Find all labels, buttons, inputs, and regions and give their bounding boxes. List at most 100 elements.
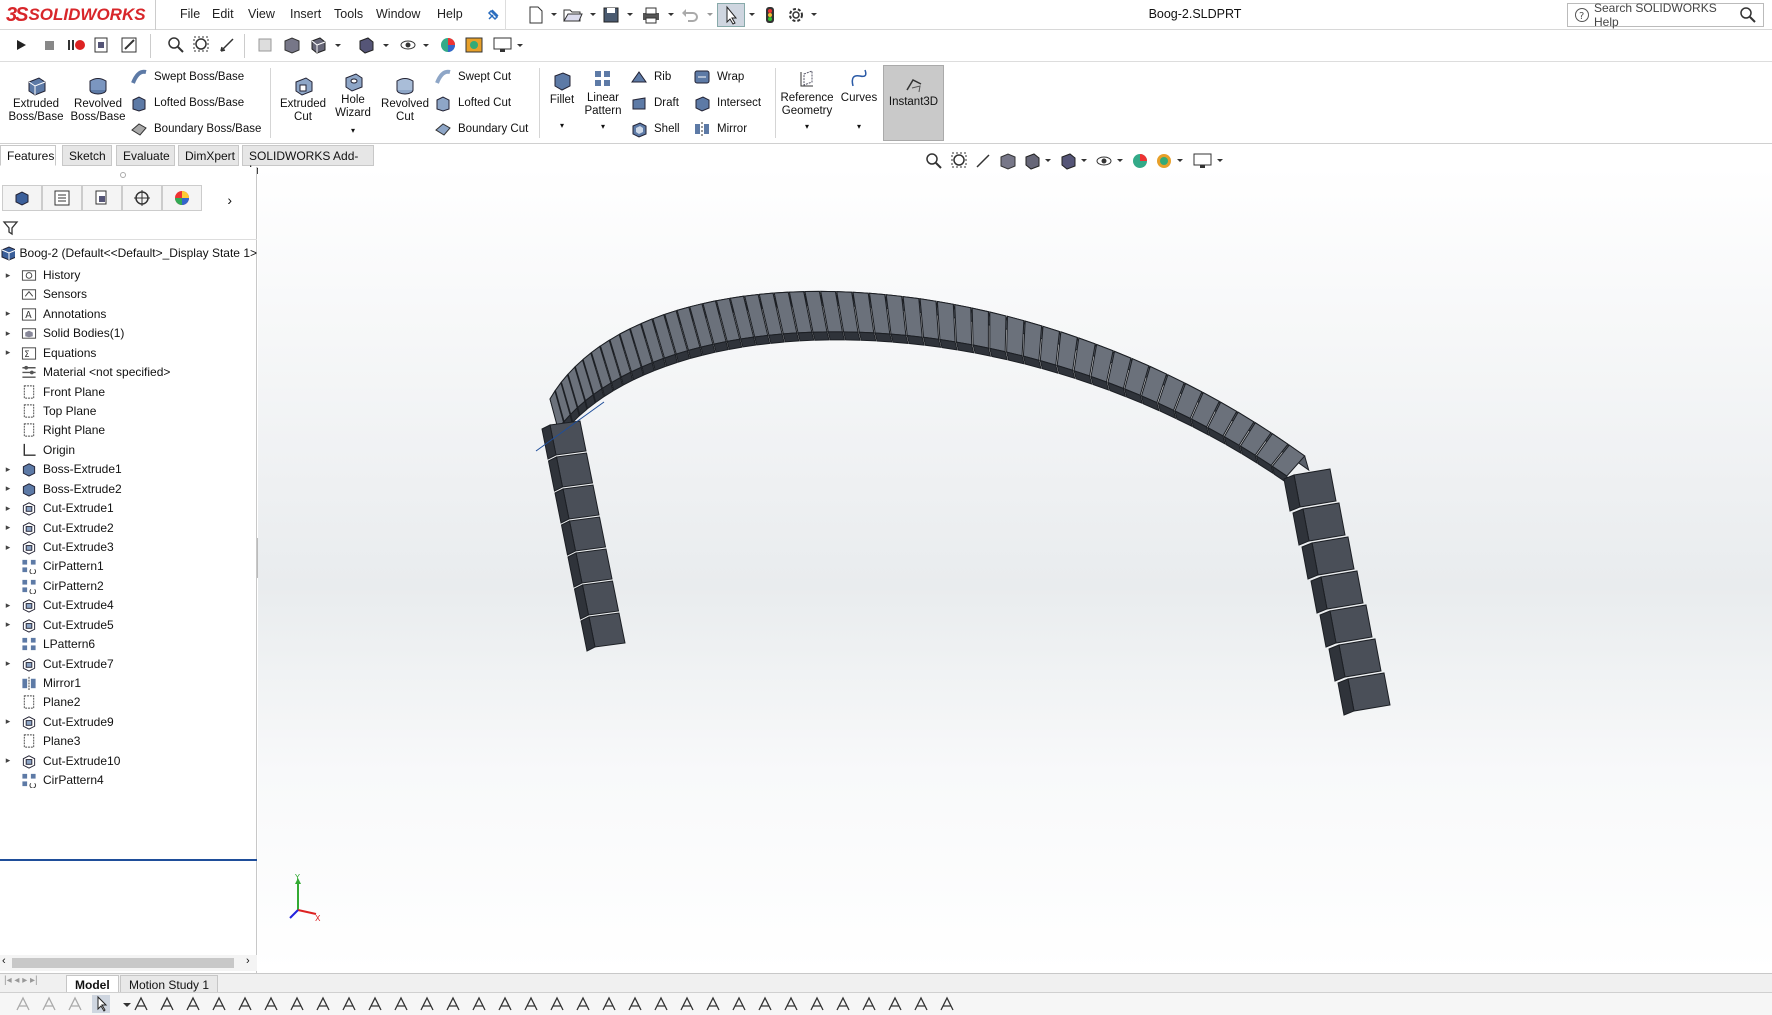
menu-edit[interactable]: Edit — [212, 7, 234, 21]
search-input[interactable]: Search SOLIDWORKS Help — [1594, 1, 1735, 29]
scroll-right-icon[interactable]: › — [246, 955, 250, 967]
menu-insert[interactable]: Insert — [290, 7, 321, 21]
relation-icon[interactable] — [366, 995, 384, 1013]
view-orientation-icon[interactable] — [308, 35, 328, 55]
chevron-down-icon[interactable] — [589, 11, 597, 19]
select-arrow-icon[interactable] — [92, 995, 110, 1013]
extruded-cut-button[interactable]: Extruded Cut — [276, 74, 330, 124]
rectangle-icon[interactable] — [236, 995, 254, 1013]
zoom-to-fit-icon[interactable] — [166, 35, 186, 55]
dimxpert-manager-tab[interactable] — [122, 185, 162, 211]
edit-macro-icon[interactable] — [120, 36, 140, 54]
stop-macro-icon[interactable] — [42, 38, 56, 52]
reference-geometry-button[interactable]: Reference Geometry ▾ — [776, 68, 838, 133]
swept-boss-base-button[interactable]: Swept Boss/Base — [130, 68, 244, 86]
boundary-boss-base-button[interactable]: Boundary Boss/Base — [130, 120, 261, 138]
smart-dimension-icon[interactable] — [782, 995, 800, 1013]
select-tool-button[interactable] — [717, 3, 745, 27]
panel-horizontal-scrollbar[interactable]: ‹ › — [0, 955, 257, 971]
previous-view-icon[interactable] — [218, 35, 238, 55]
rollback-bar[interactable] — [0, 859, 257, 861]
menu-tools[interactable]: Tools — [334, 7, 363, 21]
plane-icon[interactable] — [678, 995, 696, 1013]
revolved-cut-button[interactable]: Revolved Cut — [378, 74, 432, 124]
arch-model-3d[interactable] — [258, 167, 1772, 973]
menu-help[interactable]: Help — [437, 7, 463, 21]
select-other-icon[interactable] — [132, 995, 150, 1013]
tree-root-part[interactable]: Boog-2 (Default<<Default>_Display State … — [0, 242, 257, 264]
tree-item-cirpattern4[interactable]: CirPattern4 — [0, 769, 257, 791]
expand-arrow-icon[interactable]: ▸ — [2, 658, 14, 669]
search-box[interactable]: ? Search SOLIDWORKS Help — [1567, 1, 1764, 29]
hole-icon[interactable] — [808, 995, 826, 1013]
instant3d-button[interactable]: Instant3D — [883, 65, 944, 141]
boundary-cut-button[interactable]: Boundary Cut — [434, 120, 528, 138]
filter-faces-icon[interactable] — [14, 995, 32, 1013]
zoom-area-icon[interactable] — [192, 35, 212, 55]
move-icon[interactable] — [548, 995, 566, 1013]
dynamic-annotation-icon[interactable] — [282, 35, 302, 55]
display-manager-tab[interactable] — [162, 185, 202, 211]
chevron-down-icon[interactable] — [516, 42, 524, 50]
draft-button[interactable]: Draft — [630, 94, 679, 112]
tab-sketch[interactable]: Sketch — [62, 145, 112, 166]
tab-solidworks-add-ins[interactable]: SOLIDWORKS Add-Ins — [242, 145, 374, 177]
intersect-button[interactable]: Intersect — [693, 94, 761, 112]
spline-icon[interactable] — [314, 995, 332, 1013]
menu-file[interactable]: File — [180, 7, 200, 21]
expand-arrow-icon[interactable]: ▸ — [2, 347, 14, 358]
expand-arrow-icon[interactable]: ▸ — [2, 308, 14, 319]
revolved-boss-base-button[interactable]: Revolved Boss/Base — [68, 74, 128, 124]
linear-pattern-dropdown-icon[interactable]: ▾ — [582, 120, 624, 133]
rotate-icon[interactable] — [626, 995, 644, 1013]
chevron-down-icon[interactable] — [1116, 157, 1124, 165]
apply-scene-icon[interactable] — [464, 35, 484, 55]
expand-arrow-icon[interactable]: ▸ — [2, 464, 14, 475]
fillet-button[interactable]: Fillet ▾ — [544, 70, 580, 132]
expand-arrow-icon[interactable]: ▸ — [2, 755, 14, 766]
fillet-dropdown-icon[interactable]: ▾ — [544, 119, 580, 132]
copy-icon[interactable] — [574, 995, 592, 1013]
trim-icon[interactable] — [418, 995, 436, 1013]
undo-icon[interactable] — [680, 5, 700, 25]
expand-arrow-icon[interactable]: ▸ — [2, 483, 14, 494]
chevron-down-icon[interactable] — [1176, 157, 1184, 165]
quick-snaps-icon[interactable] — [938, 995, 956, 1013]
convert-entities-icon[interactable] — [470, 995, 488, 1013]
expand-arrow-icon[interactable]: ▸ — [2, 270, 14, 281]
tab-features[interactable]: Features — [0, 145, 56, 166]
solidworks-logo[interactable]: 3S SOLIDWORKS — [6, 2, 148, 28]
chevron-down-icon[interactable] — [810, 11, 818, 19]
rib-button[interactable]: Rib — [630, 68, 671, 86]
reference-geometry-dropdown-icon[interactable]: ▾ — [776, 120, 838, 133]
chevron-down-icon[interactable] — [1044, 157, 1052, 165]
configuration-manager-tab[interactable] — [82, 185, 122, 211]
offset-icon[interactable] — [392, 995, 410, 1013]
sketch-line-icon[interactable] — [184, 995, 202, 1013]
linear-pattern-button[interactable]: Linear Pattern ▾ — [582, 68, 624, 133]
rebuild-traffic-light-icon[interactable] — [762, 5, 778, 25]
chevron-down-icon[interactable] — [382, 42, 390, 50]
dimension-icon[interactable] — [340, 995, 358, 1013]
tab-motion-study-1[interactable]: Motion Study 1 — [120, 975, 219, 993]
record-macro-icon[interactable] — [66, 37, 86, 53]
text-icon[interactable] — [652, 995, 670, 1013]
expand-arrow-icon[interactable]: ▸ — [2, 522, 14, 533]
filter-icon[interactable] — [2, 219, 20, 237]
hide-show-items-icon[interactable] — [398, 35, 418, 55]
pin-icon[interactable] — [485, 7, 501, 23]
expand-arrow-icon[interactable]: ▸ — [2, 328, 14, 339]
menu-window[interactable]: Window — [376, 7, 420, 21]
hole-wizard-dropdown-icon[interactable]: ▾ — [328, 124, 378, 137]
filter-vertices-icon[interactable] — [66, 995, 84, 1013]
chevron-down-icon[interactable] — [422, 42, 430, 50]
tab-evaluate[interactable]: Evaluate — [116, 145, 175, 166]
scroll-left-icon[interactable]: ‹ — [2, 955, 6, 967]
tab-model[interactable]: Model — [66, 975, 119, 993]
shell-button[interactable]: Shell — [630, 120, 680, 138]
expand-arrow-icon[interactable]: ▸ — [2, 716, 14, 727]
view-settings-icon[interactable] — [492, 35, 514, 55]
mirror-button[interactable]: Mirror — [693, 120, 747, 138]
swept-cut-button[interactable]: Swept Cut — [434, 68, 511, 86]
property-manager-tab[interactable] — [42, 185, 82, 211]
